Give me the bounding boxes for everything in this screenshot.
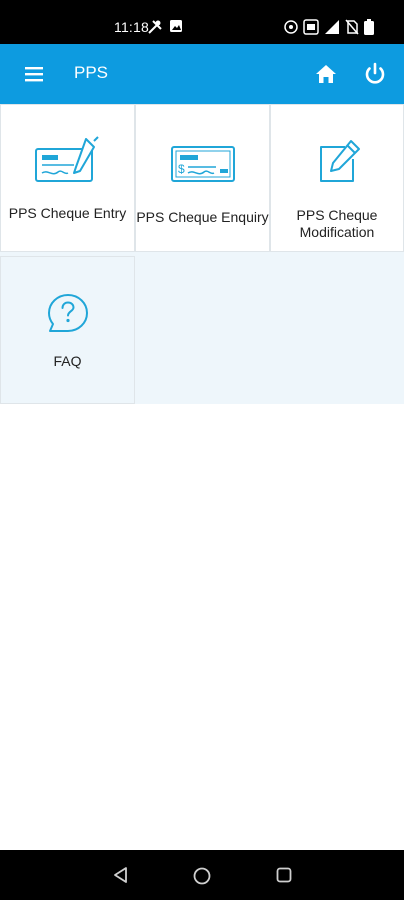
tile-faq[interactable]: FAQ bbox=[0, 256, 135, 404]
volte-icon bbox=[303, 19, 319, 35]
svg-text:$: $ bbox=[178, 162, 185, 176]
menu-grid: PPS Cheque Entry $ PPS Cheque Enquiry PP… bbox=[0, 104, 404, 404]
question-bubble-icon bbox=[48, 294, 88, 332]
battery-icon bbox=[364, 19, 374, 35]
tile-label: PPS Cheque Entry bbox=[8, 205, 127, 221]
power-icon[interactable] bbox=[361, 60, 389, 88]
recents-icon[interactable] bbox=[275, 866, 293, 884]
status-bar: 11:18 bbox=[0, 0, 404, 44]
tools-icon bbox=[148, 20, 162, 34]
back-icon[interactable] bbox=[112, 866, 130, 884]
hotspot-icon bbox=[284, 20, 298, 34]
tile-label: FAQ bbox=[53, 353, 82, 369]
app-title: PPS bbox=[74, 63, 109, 82]
tile-label: PPS Cheque Modification bbox=[296, 207, 378, 240]
home-icon[interactable] bbox=[312, 60, 340, 88]
home-circle-icon[interactable] bbox=[192, 866, 212, 886]
tile-pps-cheque-modification[interactable]: PPS Cheque Modification bbox=[270, 104, 404, 252]
menu-icon[interactable] bbox=[21, 62, 47, 86]
edit-icon bbox=[320, 140, 360, 182]
app-bar: PPS bbox=[0, 44, 404, 104]
signal-icon bbox=[325, 20, 339, 34]
tile-label: PPS Cheque Enquiry bbox=[136, 209, 269, 225]
tile-pps-cheque-entry[interactable]: PPS Cheque Entry bbox=[0, 104, 135, 252]
navigation-bar bbox=[0, 850, 404, 900]
tile-pps-cheque-enquiry[interactable]: $ PPS Cheque Enquiry bbox=[135, 104, 270, 252]
cheque-icon: $ bbox=[171, 146, 235, 182]
cheque-sign-icon bbox=[35, 136, 99, 182]
status-time: 11:18 bbox=[114, 19, 149, 35]
image-icon bbox=[170, 20, 182, 32]
no-sim-icon bbox=[345, 19, 359, 35]
